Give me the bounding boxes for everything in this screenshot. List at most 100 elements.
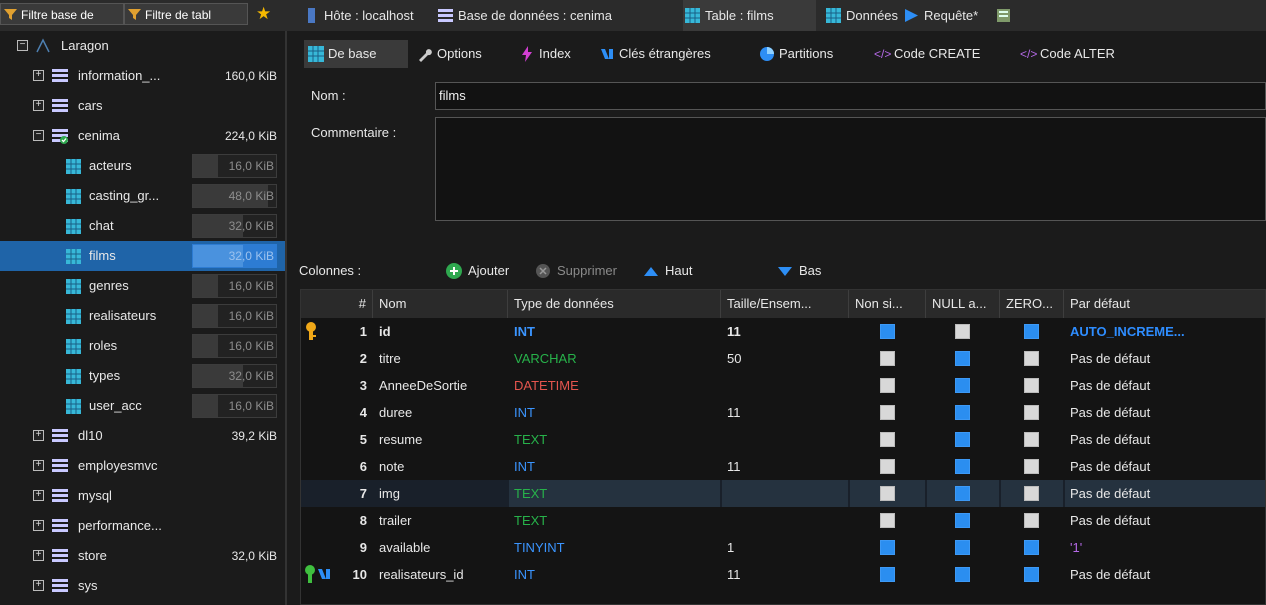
null-allowed-checkbox[interactable] xyxy=(955,324,970,339)
cell-default[interactable]: Pas de défaut xyxy=(1070,372,1263,399)
tree-database-item[interactable]: + sys xyxy=(0,571,285,601)
unsigned-checkbox[interactable] xyxy=(880,513,895,528)
null-allowed-checkbox[interactable] xyxy=(955,378,970,393)
table-row[interactable]: 10 realisateurs_id INT 11 Pas de défaut xyxy=(301,561,1265,588)
cell-name[interactable]: AnneeDeSortie xyxy=(379,372,504,399)
cell-size[interactable]: 50 xyxy=(727,345,845,372)
null-allowed-checkbox[interactable] xyxy=(955,405,970,420)
cell-name[interactable]: img xyxy=(379,480,504,507)
move-up-button[interactable]: Haut xyxy=(643,257,692,285)
collapse-icon[interactable]: − xyxy=(33,130,44,141)
unsigned-checkbox[interactable] xyxy=(880,486,895,501)
null-allowed-checkbox[interactable] xyxy=(955,513,970,528)
cell-size[interactable] xyxy=(727,372,845,399)
expand-icon[interactable]: + xyxy=(33,100,44,111)
comment-field[interactable] xyxy=(435,117,1266,221)
zerofill-checkbox[interactable] xyxy=(1024,513,1039,528)
tab-query[interactable]: Requête* xyxy=(902,0,978,31)
unsigned-checkbox[interactable] xyxy=(880,324,895,339)
tab-code-alter[interactable]: </> Code ALTER xyxy=(1016,40,1115,68)
column-header[interactable]: ZERO... xyxy=(1000,290,1064,318)
tree-database-item[interactable]: + dl10 39,2 KiB xyxy=(0,421,285,451)
tab-options[interactable]: Options xyxy=(413,40,482,68)
tab-table[interactable]: Table : films xyxy=(683,0,816,31)
column-header[interactable]: # xyxy=(301,290,373,318)
table-row[interactable]: 3 AnneeDeSortie DATETIME Pas de défaut xyxy=(301,372,1265,399)
unsigned-checkbox[interactable] xyxy=(880,567,895,582)
zerofill-checkbox[interactable] xyxy=(1024,324,1039,339)
favorite-star-icon[interactable]: ★ xyxy=(256,4,271,24)
cell-default[interactable]: Pas de défaut xyxy=(1070,426,1263,453)
tree-database-item[interactable]: + cars xyxy=(0,91,285,121)
add-column-button[interactable]: Ajouter xyxy=(446,257,509,285)
tab-filter-database[interactable]: Filtre base de xyxy=(0,3,124,25)
cell-name[interactable]: resume xyxy=(379,426,504,453)
cell-type[interactable]: INT xyxy=(514,318,717,345)
tab-foreign-keys[interactable]: Clés étrangères xyxy=(595,40,711,68)
tree-table-item[interactable]: realisateurs 16,0 KiB xyxy=(0,301,285,331)
zerofill-checkbox[interactable] xyxy=(1024,432,1039,447)
zerofill-checkbox[interactable] xyxy=(1024,459,1039,474)
tab-basic[interactable]: De base xyxy=(304,40,408,68)
tree-database-item[interactable]: + mysql xyxy=(0,481,285,511)
expand-icon[interactable]: + xyxy=(33,550,44,561)
cell-type[interactable]: INT xyxy=(514,561,717,588)
tab-index[interactable]: Index xyxy=(515,40,571,68)
tree-table-item[interactable]: genres 16,0 KiB xyxy=(0,271,285,301)
cell-default[interactable]: Pas de défaut xyxy=(1070,480,1263,507)
cell-name[interactable]: available xyxy=(379,534,504,561)
expand-icon[interactable]: + xyxy=(33,520,44,531)
cell-size[interactable] xyxy=(727,426,845,453)
tree-table-item[interactable]: casting_gr... 48,0 KiB xyxy=(0,181,285,211)
cell-size[interactable]: 11 xyxy=(727,318,845,345)
tab-filter-table[interactable]: Filtre de tabl xyxy=(124,3,248,25)
cell-size[interactable] xyxy=(727,507,845,534)
column-header[interactable]: Non si... xyxy=(849,290,926,318)
tab-data[interactable]: Données xyxy=(824,0,898,31)
tab-database[interactable]: Base de données : cenima xyxy=(436,0,612,31)
name-field[interactable]: films xyxy=(435,82,1266,110)
tab-partitions[interactable]: Partitions xyxy=(755,40,833,68)
null-allowed-checkbox[interactable] xyxy=(955,540,970,555)
cell-default[interactable]: Pas de défaut xyxy=(1070,561,1263,588)
cell-type[interactable]: TEXT xyxy=(514,480,717,507)
tab-code-create[interactable]: </> Code CREATE xyxy=(870,40,980,68)
collapse-icon[interactable]: − xyxy=(17,40,28,51)
null-allowed-checkbox[interactable] xyxy=(955,567,970,582)
cell-name[interactable]: titre xyxy=(379,345,504,372)
cell-size[interactable] xyxy=(727,480,845,507)
null-allowed-checkbox[interactable] xyxy=(955,486,970,501)
expand-icon[interactable]: + xyxy=(33,460,44,471)
null-allowed-checkbox[interactable] xyxy=(955,459,970,474)
move-down-button[interactable]: Bas xyxy=(777,257,821,285)
cell-type[interactable]: DATETIME xyxy=(514,372,717,399)
expand-icon[interactable]: + xyxy=(33,430,44,441)
cell-type[interactable]: TEXT xyxy=(514,507,717,534)
zerofill-checkbox[interactable] xyxy=(1024,351,1039,366)
table-row[interactable]: 6 note INT 11 Pas de défaut xyxy=(301,453,1265,480)
cell-size[interactable]: 11 xyxy=(727,561,845,588)
cell-default[interactable]: Pas de défaut xyxy=(1070,345,1263,372)
tree-table-item[interactable]: roles 16,0 KiB xyxy=(0,331,285,361)
table-row[interactable]: 7 img TEXT Pas de défaut xyxy=(301,480,1265,507)
cell-default[interactable]: AUTO_INCREME... xyxy=(1070,318,1263,345)
column-header[interactable]: Taille/Ensem... xyxy=(721,290,849,318)
zerofill-checkbox[interactable] xyxy=(1024,378,1039,393)
cell-size[interactable]: 11 xyxy=(727,453,845,480)
cell-type[interactable]: VARCHAR xyxy=(514,345,717,372)
table-row[interactable]: 5 resume TEXT Pas de défaut xyxy=(301,426,1265,453)
cell-name[interactable]: duree xyxy=(379,399,504,426)
unsigned-checkbox[interactable] xyxy=(880,378,895,393)
expand-icon[interactable]: + xyxy=(33,490,44,501)
zerofill-checkbox[interactable] xyxy=(1024,567,1039,582)
table-row[interactable]: 4 duree INT 11 Pas de défaut xyxy=(301,399,1265,426)
tab-host[interactable]: Hôte : localhost xyxy=(302,0,414,31)
cell-name[interactable]: realisateurs_id xyxy=(379,561,504,588)
cell-size[interactable]: 1 xyxy=(727,534,845,561)
column-header[interactable]: Par défaut xyxy=(1064,290,1265,318)
column-header[interactable]: Nom xyxy=(373,290,508,318)
unsigned-checkbox[interactable] xyxy=(880,351,895,366)
cell-size[interactable]: 11 xyxy=(727,399,845,426)
tree-table-item[interactable]: types 32,0 KiB xyxy=(0,361,285,391)
cell-type[interactable]: TINYINT xyxy=(514,534,717,561)
